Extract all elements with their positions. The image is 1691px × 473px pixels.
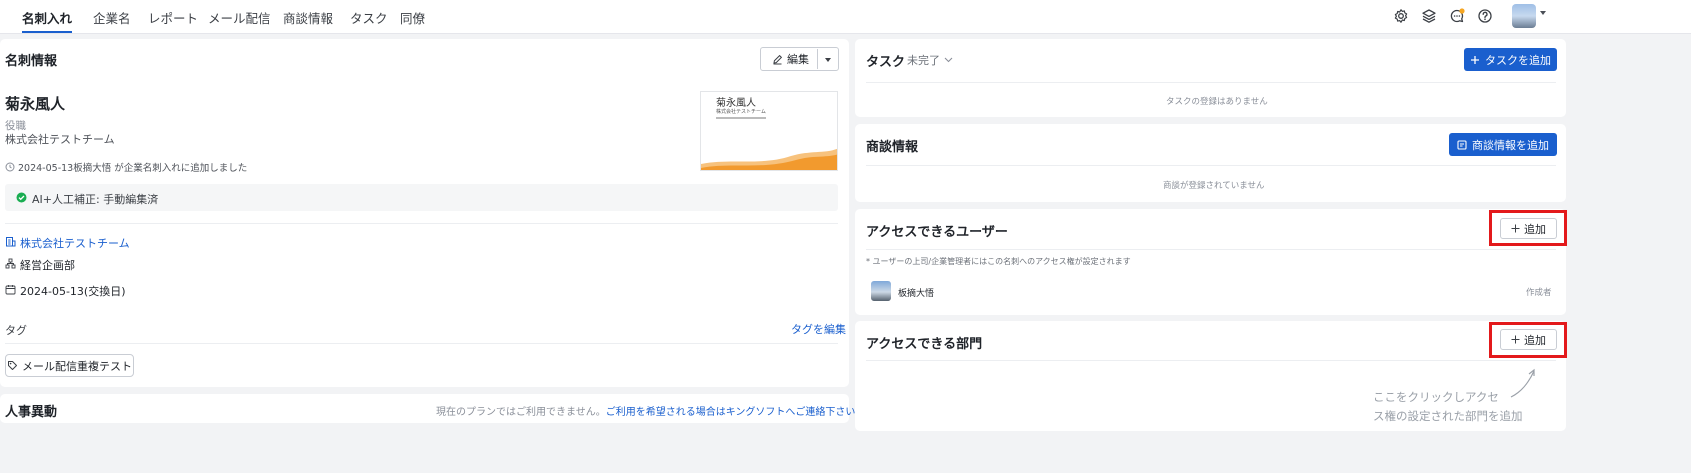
add-task-label: タスクを追加 (1485, 53, 1551, 67)
note-icon (1457, 139, 1467, 150)
edit-button-label: 編集 (787, 53, 809, 66)
contact-name: 菊永風人 (5, 95, 66, 113)
task-empty-text: タスクの登録はありません (1166, 97, 1268, 107)
clock-icon (5, 162, 15, 172)
tag-chip[interactable]: メール配信重複テスト (5, 354, 134, 377)
tab-card-holder[interactable]: 名刺入れ (22, 8, 72, 27)
task-filter-value: 未完了 (907, 54, 940, 67)
exchange-date-text: 2024-05-13(交換日) (20, 285, 126, 298)
annotation-arrow-icon (1510, 368, 1535, 398)
personnel-title: 人事異動 (5, 405, 58, 420)
task-filter-select[interactable]: 未完了 (907, 52, 953, 68)
annotation-text-line2: ス権の設定された部門を追加 (1373, 409, 1523, 423)
add-deal-label: 商談情報を追加 (1472, 138, 1549, 152)
tab-company[interactable]: 企業名 (93, 8, 131, 27)
top-nav: 名刺入れ 企業名 レポート メール配信 商談情報 タスク 同僚 (0, 0, 1691, 34)
plus-icon (1471, 55, 1479, 64)
caret-down-icon[interactable] (1540, 11, 1546, 15)
access-users-note: * ユーザーの上司/企業管理者にはこの名刺へのアクセス権が設定されます (866, 257, 1131, 266)
personnel-contact-link[interactable]: ご利用を希望される場合はキングソフトへご連絡下さい。 (606, 407, 866, 418)
tab-task[interactable]: タスク (350, 8, 388, 27)
deal-empty-text: 商談が登録されていません (1163, 181, 1265, 191)
user-avatar[interactable] (1512, 4, 1536, 28)
thumb-company: 株式会社テストチーム (716, 109, 766, 115)
divider (866, 165, 1556, 166)
building-icon (5, 236, 16, 250)
org-chart-icon (5, 258, 16, 272)
personnel-notice: 現在のプランではご利用できません。ご利用を希望される場合はキングソフトへご連絡下… (436, 403, 865, 418)
help-icon[interactable] (1477, 8, 1493, 24)
chevron-down-icon (944, 57, 953, 63)
contact-company: 株式会社テストチーム (5, 133, 115, 146)
tag-icon (8, 361, 17, 370)
personnel-notice-text: 現在のプランではご利用できません。 (436, 407, 606, 418)
thumb-wave (701, 148, 837, 170)
business-card-image[interactable]: 菊永風人 株式会社テストチーム (700, 91, 838, 171)
add-deal-button[interactable]: 商談情報を追加 (1449, 133, 1557, 156)
add-task-button[interactable]: タスクを追加 (1464, 48, 1557, 71)
tab-mail-delivery[interactable]: メール配信 (208, 8, 271, 27)
department-text: 経営企画部 (20, 259, 75, 272)
chat-icon[interactable] (1449, 8, 1465, 24)
card-info-title: 名刺情報 (5, 54, 58, 69)
access-depts-title: アクセスできる部門 (866, 337, 983, 352)
history-entry: 2024-05-13板摘大悟 が企業名刺入れに追加しました (5, 160, 247, 174)
pencil-icon (773, 54, 783, 64)
tab-deal-info[interactable]: 商談情報 (283, 8, 333, 27)
calendar-icon (5, 284, 16, 298)
thumb-name: 菊永風人 (716, 98, 756, 109)
task-title: タスク (866, 55, 906, 70)
divider (5, 343, 838, 344)
company-link[interactable]: 株式会社テストチーム (20, 235, 130, 251)
edit-tag-link[interactable]: タグを編集 (791, 321, 846, 337)
highlight-box (1489, 210, 1567, 246)
edit-button-separator (817, 49, 818, 69)
tag-chip-label: メール配信重複テスト (22, 359, 132, 373)
access-users-title: アクセスできるユーザー (866, 225, 1008, 240)
highlight-box (1489, 322, 1567, 358)
deal-title: 商談情報 (866, 140, 919, 155)
active-tab-indicator (22, 31, 72, 33)
edit-dropdown-caret-icon[interactable] (825, 58, 831, 62)
annotation-text-line1: ここをクリックしアクセ (1373, 390, 1499, 404)
ai-status-text: AI+人工補正: 手動編集済 (32, 193, 159, 206)
tab-colleague[interactable]: 同僚 (400, 8, 425, 27)
access-user-name: 板摘大悟 (898, 289, 935, 299)
tag-label: タグ (5, 324, 27, 337)
check-circle-icon (16, 192, 27, 206)
avatar (871, 281, 891, 301)
history-text: 2024-05-13板摘大悟 が企業名刺入れに追加しました (18, 163, 248, 174)
access-user-role: 作成者 (1526, 288, 1552, 298)
divider (5, 223, 838, 224)
divider (866, 82, 1556, 83)
tab-report[interactable]: レポート (148, 8, 198, 27)
layers-icon[interactable] (1421, 8, 1437, 24)
thumb-line (716, 117, 766, 119)
divider (866, 360, 1556, 361)
gear-icon[interactable] (1393, 8, 1409, 24)
divider (866, 249, 1556, 250)
